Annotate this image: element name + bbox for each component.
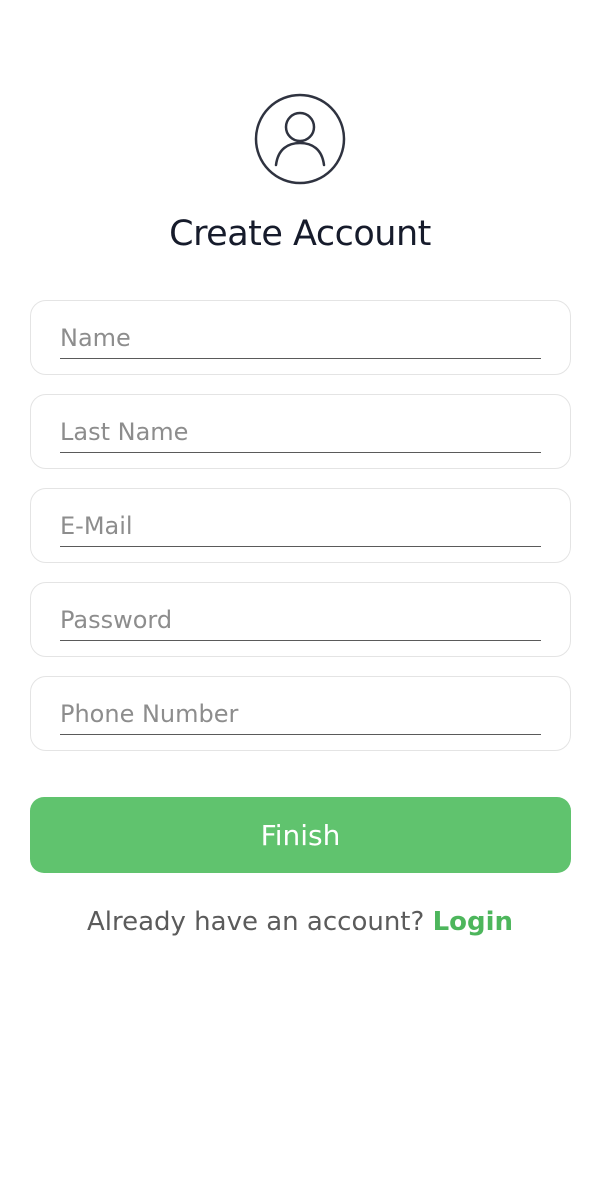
name-input[interactable] xyxy=(60,317,541,359)
create-account-form xyxy=(30,300,571,770)
phone-number-field-container xyxy=(30,676,571,751)
email-input[interactable] xyxy=(60,505,541,547)
last-name-input[interactable] xyxy=(60,411,541,453)
avatar xyxy=(254,93,346,185)
password-input[interactable] xyxy=(60,599,541,641)
page-title: Create Account xyxy=(169,214,431,254)
email-field-container xyxy=(30,488,571,563)
finish-button[interactable]: Finish xyxy=(30,797,571,873)
phone-number-input[interactable] xyxy=(60,693,541,735)
login-link[interactable]: Login xyxy=(433,907,513,937)
password-field-container xyxy=(30,582,571,657)
login-prompt: Already have an account? Login xyxy=(0,902,600,942)
login-prompt-text: Already have an account? xyxy=(86,907,425,937)
last-name-field-container xyxy=(30,394,571,469)
name-field-container xyxy=(30,300,571,375)
user-circle-icon xyxy=(254,93,346,185)
